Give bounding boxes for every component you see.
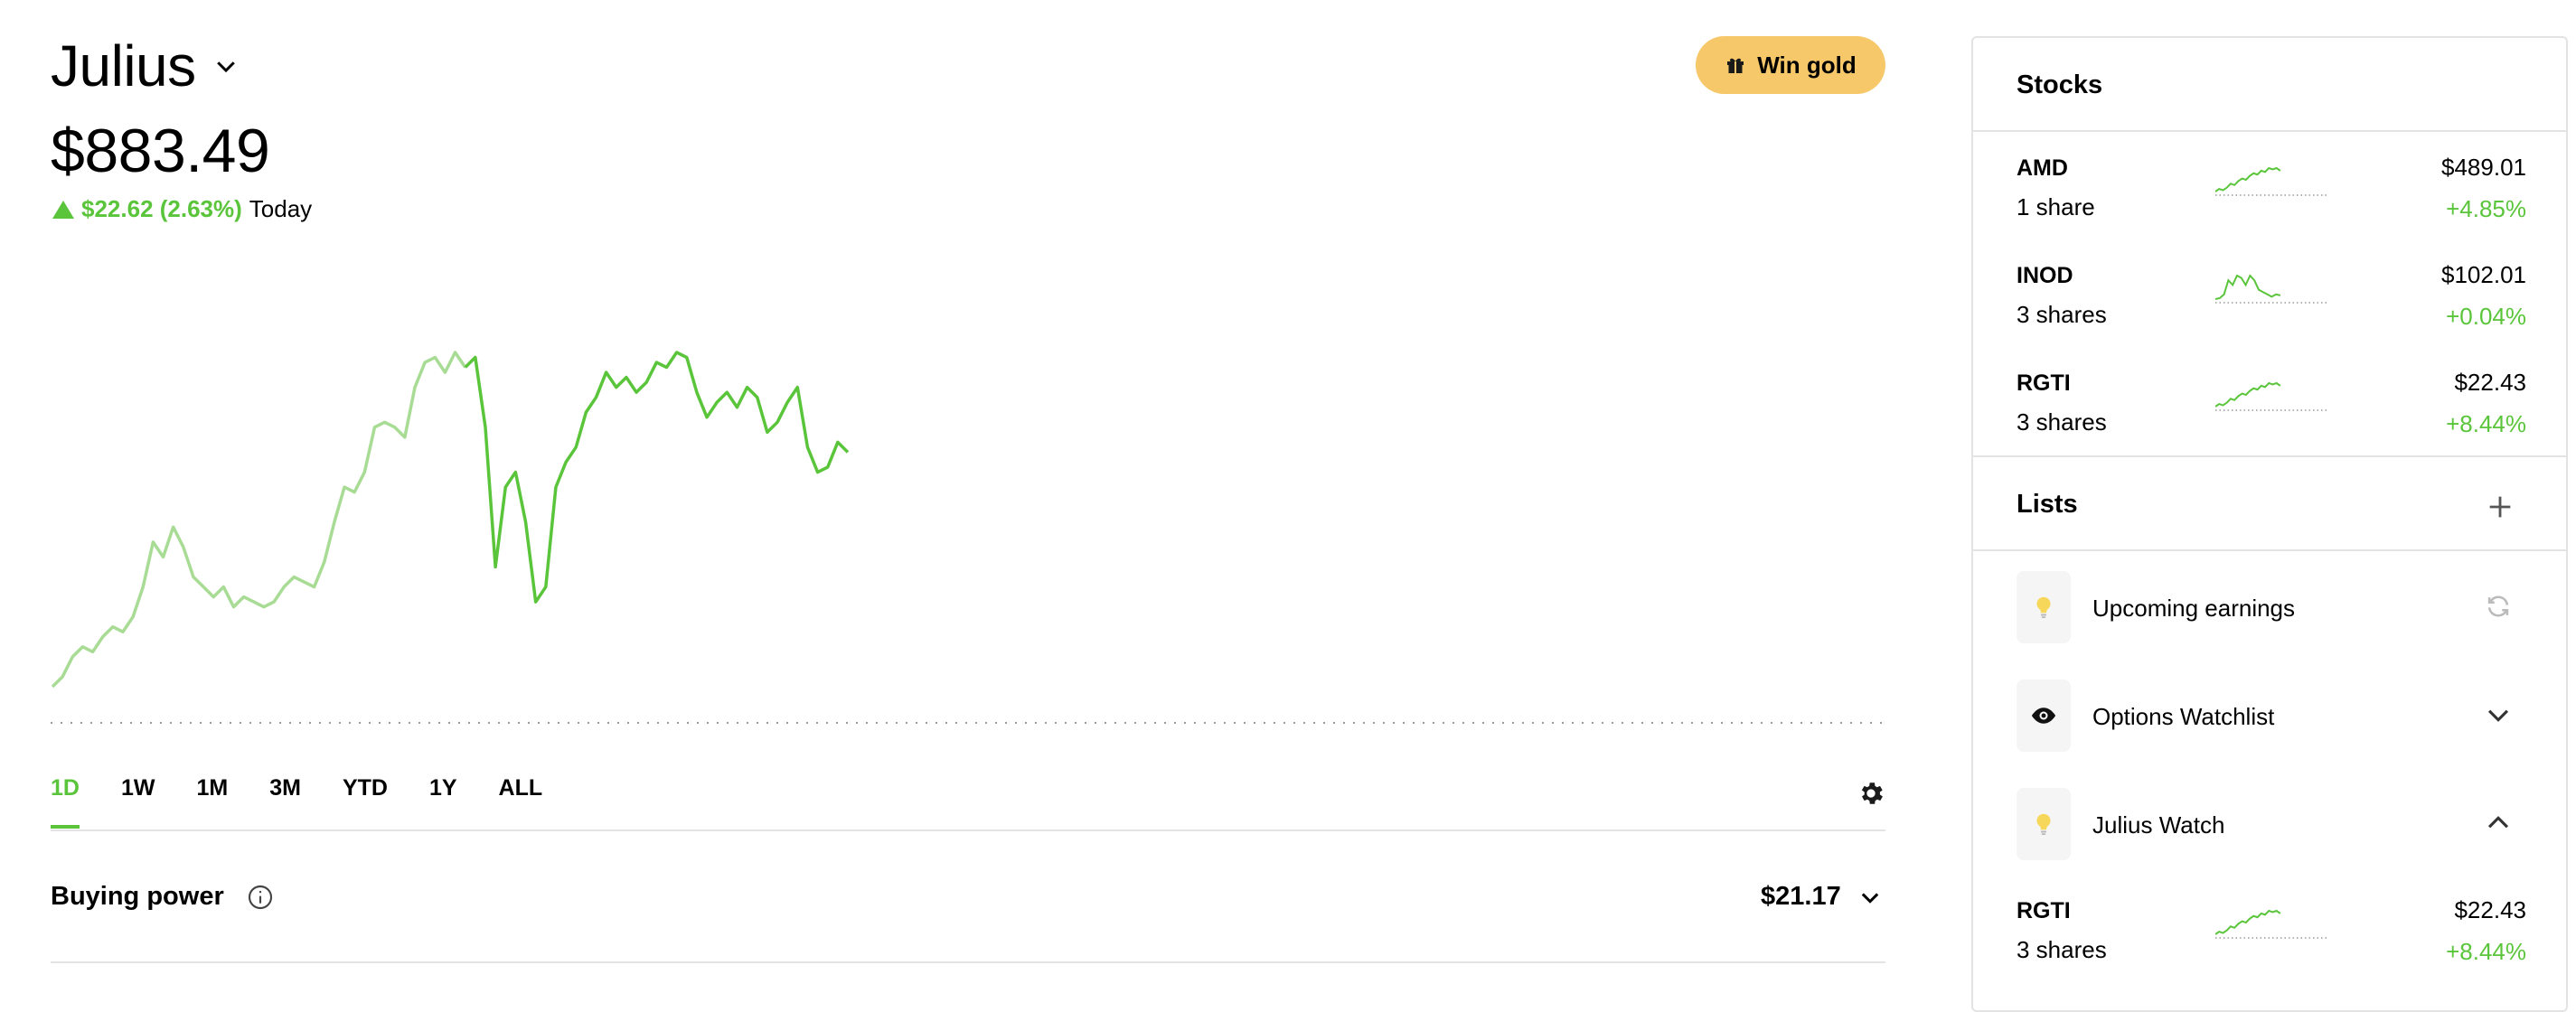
range-tab-ytd[interactable]: YTD	[343, 775, 388, 829]
list-name: Options Watchlist	[2092, 703, 2275, 730]
day-change-amount: $22.62 (2.63%)	[81, 195, 242, 222]
refresh-icon[interactable]	[2483, 591, 2514, 622]
stock-row-inod[interactable]: INOD 3 shares $102.01 +0.04%	[1973, 261, 2566, 370]
divider	[1973, 130, 2566, 132]
time-range-selector: 1D 1W 1M 3M YTD 1Y ALL	[51, 775, 542, 829]
range-tab-all[interactable]: ALL	[499, 775, 543, 829]
stock-change: +8.44%	[2446, 410, 2526, 437]
day-change-period: Today	[249, 195, 313, 222]
win-gold-label: Win gold	[1757, 51, 1857, 79]
stock-change: +4.85%	[2446, 195, 2526, 222]
chevron-up-icon[interactable]	[2483, 808, 2514, 839]
buying-power-value: $21.17	[1761, 882, 1841, 911]
list-row-julius-watch[interactable]: Julius Watch	[1973, 788, 2566, 878]
list-row-upcoming-earnings[interactable]: Upcoming earnings	[1973, 571, 2566, 661]
up-arrow-icon	[52, 200, 74, 219]
stock-symbol: RGTI	[2017, 898, 2071, 923]
sparkline	[2215, 909, 2281, 935]
sparkline	[2215, 381, 2281, 408]
chart-settings-icon[interactable]	[1857, 779, 1885, 808]
sparkline	[2215, 274, 2281, 300]
stock-sparkline	[2215, 909, 2327, 939]
chart-line-faded	[51, 351, 467, 689]
stock-row-rgti[interactable]: RGTI 3 shares $22.43 +8.44%	[1973, 369, 2566, 477]
stock-row-amd[interactable]: AMD 1 share $489.01 +4.85%	[1973, 154, 2566, 262]
eye-icon	[2017, 679, 2071, 752]
divider	[1973, 549, 2566, 551]
chevron-down-icon	[216, 61, 235, 73]
stock-shares: 1 share	[2017, 193, 2095, 220]
divider	[1973, 455, 2566, 457]
add-list-icon[interactable]	[2485, 492, 2515, 522]
stock-sparkline	[2215, 166, 2327, 196]
stock-shares: 3 shares	[2017, 936, 2107, 963]
portfolio-value: $883.49	[51, 117, 270, 185]
stock-symbol: RGTI	[2017, 370, 2071, 396]
lightbulb-icon	[2017, 571, 2071, 643]
account-selector[interactable]: Julius	[51, 33, 240, 99]
lightbulb-icon	[2017, 788, 2071, 860]
stocks-heading: Stocks	[2017, 70, 2103, 99]
list-name: Upcoming earnings	[2092, 595, 2296, 622]
sidebar: Stocks AMD 1 share $489.01 +4.85% INOD 3 shar…	[1971, 36, 2568, 1012]
range-tab-3m[interactable]: 3M	[269, 775, 301, 829]
stock-symbol: AMD	[2017, 155, 2068, 181]
gift-icon	[1727, 58, 1744, 73]
chart-line-active	[464, 351, 850, 604]
stock-change: +0.04%	[2446, 303, 2526, 330]
win-gold-button[interactable]: Win gold	[1696, 36, 1885, 94]
stock-sparkline	[2215, 381, 2327, 411]
divider	[51, 961, 1885, 963]
range-tab-1d[interactable]: 1D	[51, 775, 80, 829]
day-change: $22.62 (2.63%) Today	[52, 195, 312, 223]
buying-power-toggle[interactable]: $21.17	[1761, 882, 1883, 912]
stock-price: $102.01	[2441, 261, 2526, 288]
buying-power-label: Buying power	[51, 882, 275, 912]
stock-row-rgti[interactable]: RGTI 3 shares $22.43 +8.44%	[1973, 896, 2566, 1005]
stock-price: $22.43	[2454, 369, 2526, 396]
stock-price: $22.43	[2454, 896, 2526, 923]
stock-sparkline	[2215, 274, 2327, 304]
list-row-options-watchlist[interactable]: Options Watchlist	[1973, 679, 2566, 770]
account-name: Julius	[51, 33, 196, 98]
stock-change: +8.44%	[2446, 938, 2526, 965]
chevron-down-icon	[1861, 892, 1878, 904]
range-tab-1w[interactable]: 1W	[121, 775, 155, 829]
stock-price: $489.01	[2441, 154, 2526, 181]
sparkline	[2215, 166, 2281, 192]
stock-symbol: INOD	[2017, 263, 2073, 288]
list-name: Julius Watch	[2092, 811, 2225, 839]
stock-shares: 3 shares	[2017, 301, 2107, 328]
info-icon[interactable]	[246, 883, 275, 912]
chevron-down-icon[interactable]	[2483, 699, 2514, 730]
divider	[51, 829, 1885, 831]
range-tab-1y[interactable]: 1Y	[429, 775, 457, 829]
portfolio-chart[interactable]	[51, 343, 1885, 741]
range-tab-1m[interactable]: 1M	[196, 775, 228, 829]
stock-shares: 3 shares	[2017, 408, 2107, 436]
lists-heading: Lists	[2017, 490, 2078, 519]
